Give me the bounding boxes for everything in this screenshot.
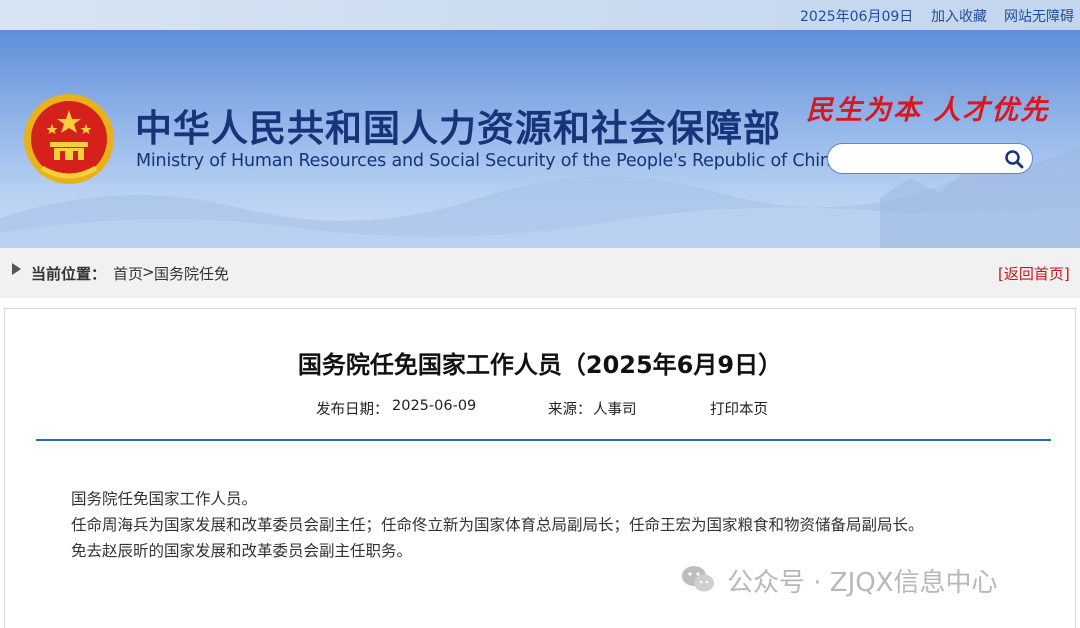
top-utility-bar: 2025年06月09日 加入收藏 网站无障碍 <box>0 0 1080 30</box>
breadcrumb: 当前位置： 首页 > 国务院任免 [返回首页] <box>0 248 1080 298</box>
source-label: 来源： <box>548 402 592 418</box>
watermark-text: 公众号 · ZJQX信息中心 <box>727 568 998 598</box>
article-paragraph: 免去赵辰昕的国家发展和改革委员会副主任职务。 <box>71 542 413 560</box>
breadcrumb-arrow-icon <box>12 263 21 275</box>
site-banner: 中华人民共和国人力资源和社会保障部 Ministry of Human Reso… <box>0 30 1080 248</box>
source-value: 人事司 <box>593 402 637 418</box>
add-favorite-link[interactable]: 加入收藏 <box>931 6 987 26</box>
search-input[interactable] <box>840 149 1004 169</box>
title-divider <box>36 439 1051 441</box>
current-date: 2025年06月09日 <box>800 9 914 25</box>
breadcrumb-label: 当前位置： <box>31 265 107 283</box>
search-box[interactable] <box>827 143 1033 174</box>
ministry-slogan: 民生为本 人才优先 <box>806 95 1050 126</box>
search-icon[interactable] <box>1004 149 1024 169</box>
publish-date-label: 发布日期： <box>316 402 389 418</box>
article-paragraph: 任命周海兵为国家发展和改革委员会副主任；任命佟立新为国家体育总局副局长；任命王宏… <box>71 516 924 534</box>
national-emblem-icon <box>24 94 114 184</box>
print-page-link[interactable]: 打印本页 <box>710 398 768 419</box>
wechat-icon <box>682 566 714 592</box>
article-title: 国务院任免国家工作人员（2025年6月9日） <box>297 351 783 379</box>
ministry-english-title: Ministry of Human Resources and Social S… <box>136 151 842 171</box>
breadcrumb-separator: > <box>142 263 155 281</box>
back-home-link[interactable]: [返回首页] <box>998 263 1070 284</box>
breadcrumb-category-link[interactable]: 国务院任免 <box>154 263 229 284</box>
ministry-chinese-title: 中华人民共和国人力资源和社会保障部 <box>135 107 781 150</box>
article-paragraph: 国务院任免国家工作人员。 <box>71 490 258 508</box>
accessibility-link[interactable]: 网站无障碍 <box>1004 6 1074 26</box>
breadcrumb-home-link[interactable]: 首页 <box>113 263 143 284</box>
publish-date: 2025-06-09 <box>392 398 477 414</box>
